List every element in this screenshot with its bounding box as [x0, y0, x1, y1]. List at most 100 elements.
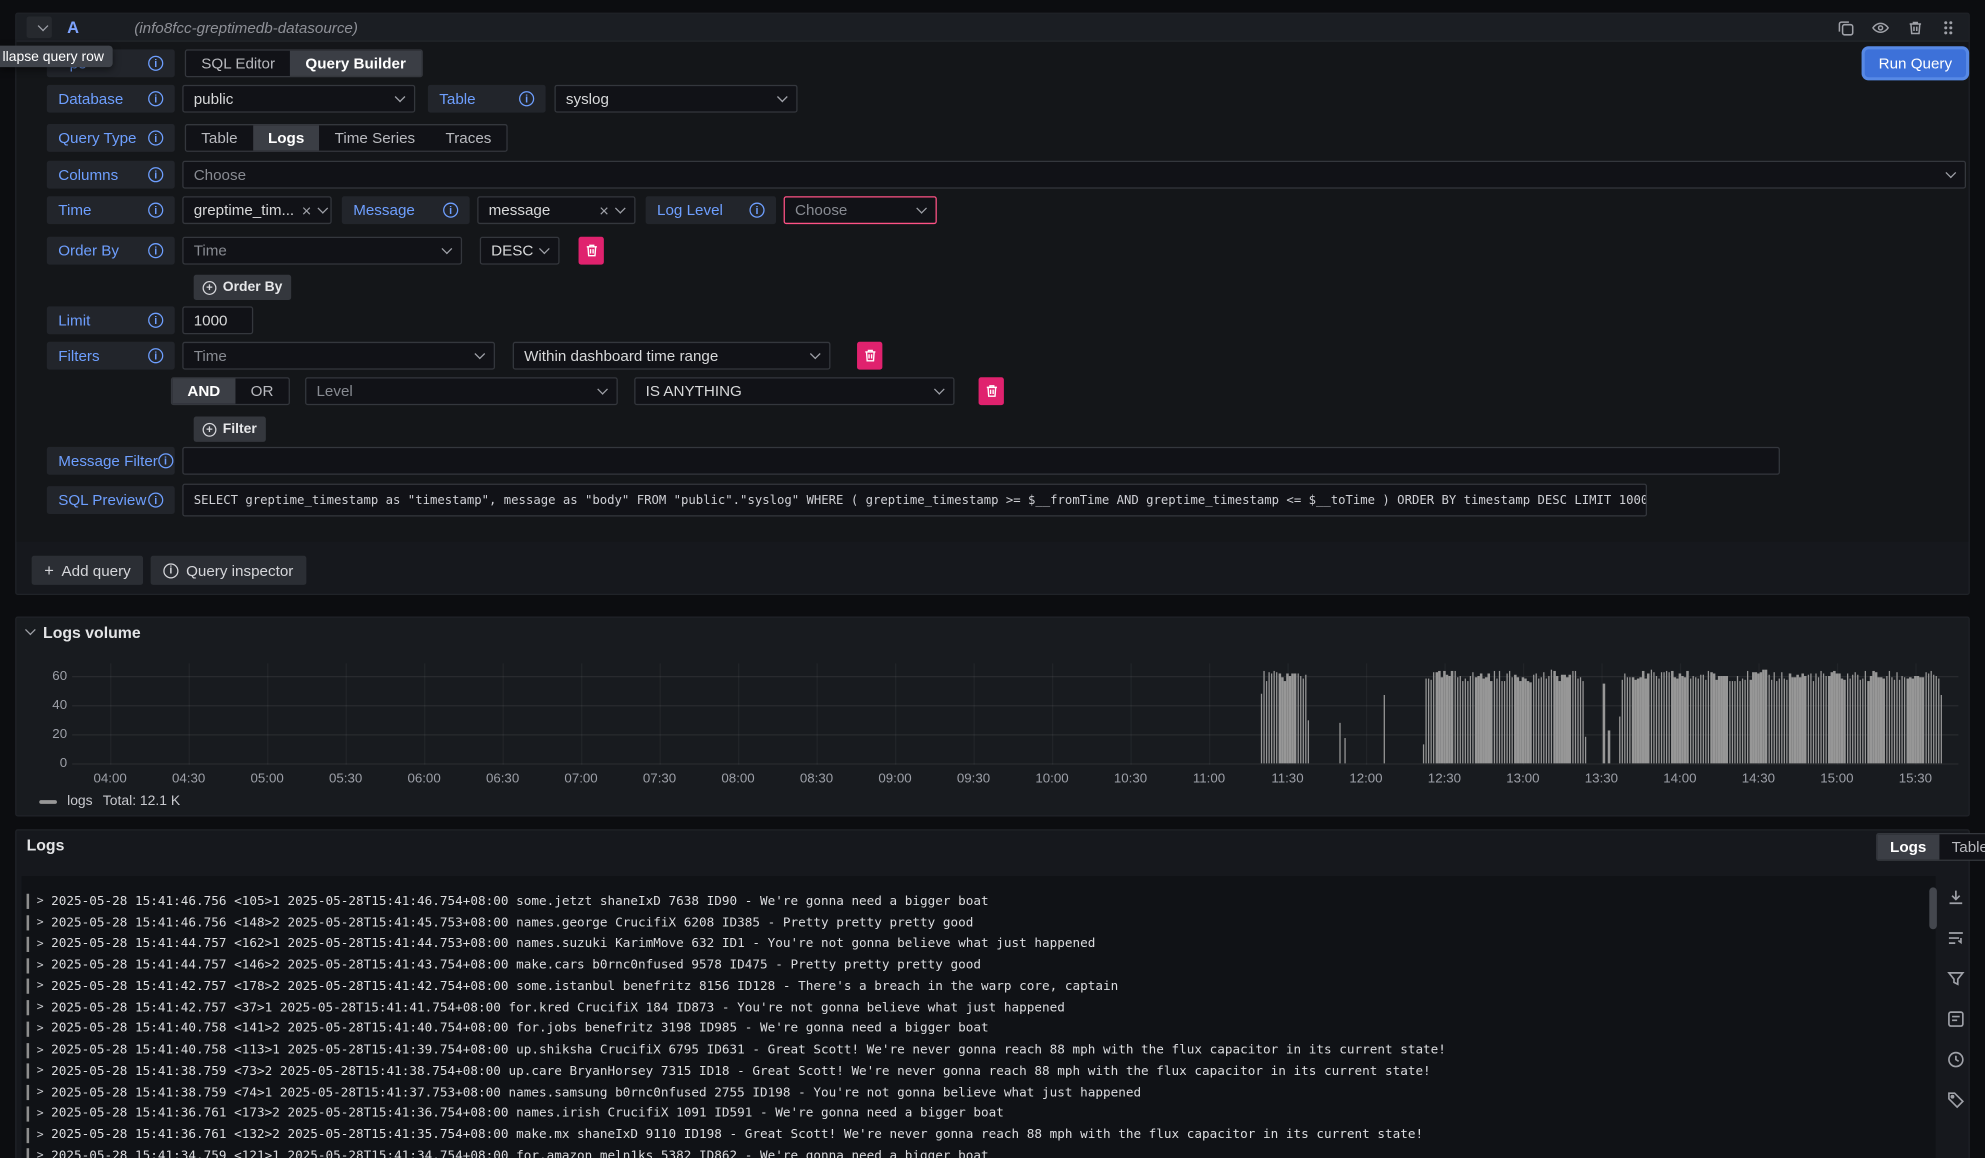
table-select[interactable]: syslog	[554, 85, 797, 113]
add-query-button[interactable]: +Add query	[32, 556, 144, 585]
expand-row-icon[interactable]: >	[37, 1044, 44, 1057]
run-query-button[interactable]: Run Query	[1865, 49, 1966, 77]
log-row[interactable]: >2025-05-28 15:41:38.759 <73>2 2025-05-2…	[22, 1061, 1431, 1082]
circle-plus-icon	[203, 422, 217, 436]
query-inspector-button[interactable]: Query inspector	[151, 556, 306, 585]
info-icon[interactable]	[148, 313, 163, 328]
x-axis-tick-label: 04:00	[85, 771, 136, 786]
remove-filter1-button[interactable]	[857, 342, 882, 370]
remove-order-by-button[interactable]	[579, 237, 604, 265]
expand-row-icon[interactable]: >	[37, 1065, 44, 1078]
legend-series-name[interactable]: logs	[67, 794, 93, 809]
log-row[interactable]: >2025-05-28 15:41:46.756 <148>2 2025-05-…	[22, 912, 974, 933]
log-line-text: 2025-05-28 15:41:42.757 <37>1 2025-05-28…	[51, 1001, 1065, 1015]
log-row[interactable]: >2025-05-28 15:41:36.761 <132>2 2025-05-…	[22, 1124, 1424, 1145]
info-icon[interactable]	[148, 203, 163, 218]
volume-bar	[1655, 676, 1657, 763]
chevron-down-icon	[1945, 168, 1956, 179]
v-gridline	[817, 663, 818, 764]
log-row[interactable]: >2025-05-28 15:41:44.757 <146>2 2025-05-…	[22, 955, 982, 976]
expand-row-icon[interactable]: >	[37, 1150, 44, 1158]
tag-icon[interactable]	[1946, 1090, 1966, 1110]
tab-query-builder[interactable]: Query Builder	[290, 51, 421, 76]
message-filter-input[interactable]	[182, 447, 1780, 475]
expand-row-icon[interactable]: >	[37, 1086, 44, 1099]
filter2-operator-select[interactable]: IS ANYTHING	[634, 377, 954, 405]
info-icon[interactable]	[443, 203, 458, 218]
info-icon[interactable]	[148, 56, 163, 71]
log-level-select[interactable]: Choose	[784, 196, 937, 224]
info-icon[interactable]	[148, 130, 163, 145]
filter1-field-select[interactable]: Time	[182, 342, 495, 370]
expand-row-icon[interactable]: >	[37, 959, 44, 972]
logs-scrollbar[interactable]	[1929, 887, 1937, 929]
query-type-time-series[interactable]: Time Series	[319, 125, 430, 150]
log-row[interactable]: >2025-05-28 15:41:44.757 <162>1 2025-05-…	[22, 934, 1096, 955]
info-icon[interactable]	[148, 243, 163, 258]
volume-bar	[1284, 681, 1286, 763]
clear-icon[interactable]: ×	[599, 201, 609, 220]
time-column-select[interactable]: greptime_tim...×	[182, 196, 331, 224]
query-type-traces[interactable]: Traces	[430, 125, 506, 150]
log-row[interactable]: >2025-05-28 15:41:40.758 <113>1 2025-05-…	[22, 1040, 1446, 1061]
expand-row-icon[interactable]: >	[37, 1002, 44, 1015]
expand-row-icon[interactable]: >	[37, 895, 44, 908]
tab-sql-editor[interactable]: SQL Editor	[186, 51, 290, 76]
log-row[interactable]: >2025-05-28 15:41:42.757 <37>1 2025-05-2…	[22, 997, 1065, 1018]
limit-input[interactable]: 1000	[182, 306, 253, 334]
query-type-table[interactable]: Table	[186, 125, 253, 150]
log-row[interactable]: >2025-05-28 15:41:36.761 <173>2 2025-05-…	[22, 1103, 1004, 1124]
copy-icon[interactable]	[1837, 18, 1855, 36]
database-select[interactable]: public	[182, 85, 415, 113]
or-option[interactable]: OR	[235, 379, 288, 404]
volume-bar	[1477, 676, 1479, 763]
expand-row-icon[interactable]: >	[37, 938, 44, 951]
filter2-field-select[interactable]: Level	[305, 377, 618, 405]
add-order-by-button[interactable]: Order By	[194, 275, 292, 300]
info-icon[interactable]	[148, 91, 163, 106]
clear-icon[interactable]: ×	[302, 201, 312, 220]
remove-filter2-button[interactable]	[979, 377, 1004, 405]
y-axis-tick-label: 40	[29, 698, 67, 713]
log-row[interactable]: >2025-05-28 15:41:42.757 <178>2 2025-05-…	[22, 976, 1119, 997]
expand-row-icon[interactable]: >	[37, 980, 44, 993]
message-column-select[interactable]: message×	[477, 196, 635, 224]
trash-icon[interactable]	[1907, 18, 1925, 36]
download-icon[interactable]	[1946, 887, 1966, 907]
order-by-field-select[interactable]: Time	[182, 237, 462, 265]
expand-row-icon[interactable]: >	[37, 1108, 44, 1121]
add-filter-button[interactable]: Filter	[194, 416, 266, 441]
clock-history-icon[interactable]	[1946, 1049, 1966, 1069]
eye-icon[interactable]	[1871, 18, 1890, 36]
and-option[interactable]: AND	[172, 379, 235, 404]
info-icon[interactable]	[519, 91, 534, 106]
query-type-logs[interactable]: Logs	[253, 125, 320, 150]
expand-row-icon[interactable]: >	[37, 1129, 44, 1142]
drag-handle-icon[interactable]	[1941, 18, 1956, 36]
x-axis-tick-label: 13:00	[1498, 771, 1549, 786]
log-row[interactable]: >2025-05-28 15:41:34.759 <121>1 2025-05-…	[22, 1146, 989, 1158]
info-icon[interactable]	[148, 492, 163, 507]
filter1-operator-select[interactable]: Within dashboard time range	[513, 342, 831, 370]
info-icon[interactable]	[749, 203, 764, 218]
logs-meta-icon[interactable]	[1946, 1009, 1966, 1029]
info-icon[interactable]	[158, 453, 173, 468]
log-row[interactable]: >2025-05-28 15:41:46.756 <105>1 2025-05-…	[22, 891, 989, 912]
columns-select[interactable]: Choose	[182, 161, 1966, 189]
filter-icon[interactable]	[1946, 968, 1966, 988]
log-level-bar	[27, 1085, 30, 1100]
order-direction-select[interactable]: DESC	[480, 237, 560, 265]
expand-row-icon[interactable]: >	[37, 1023, 44, 1036]
volume-bar	[1870, 676, 1872, 763]
info-icon[interactable]	[148, 167, 163, 182]
wrap-lines-icon[interactable]	[1946, 928, 1966, 948]
log-row[interactable]: >2025-05-28 15:41:38.759 <74>1 2025-05-2…	[22, 1082, 1142, 1103]
toggle-logs[interactable]: Logs	[1877, 834, 1939, 859]
time-label-cell: Time	[47, 196, 175, 224]
collapse-query-row-button[interactable]	[27, 16, 52, 38]
expand-row-icon[interactable]: >	[37, 917, 44, 930]
info-icon[interactable]	[148, 348, 163, 363]
volume-bar	[1862, 679, 1864, 763]
toggle-table[interactable]: Table	[1939, 834, 1985, 859]
log-row[interactable]: >2025-05-28 15:41:40.758 <141>2 2025-05-…	[22, 1018, 989, 1039]
